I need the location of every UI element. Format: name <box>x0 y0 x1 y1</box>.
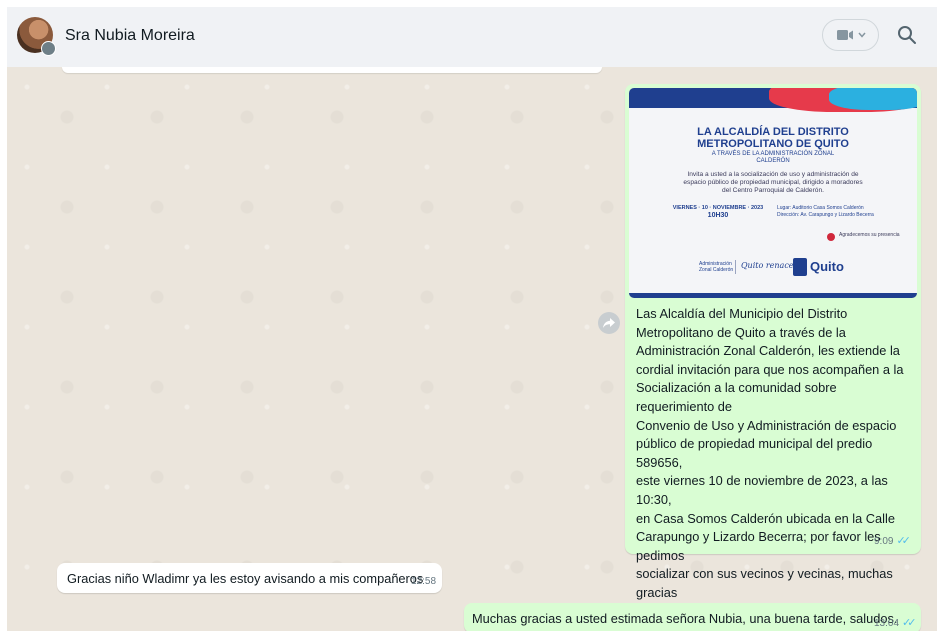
flyer-top-banner <box>629 88 917 112</box>
quito-logo: Quito <box>810 259 844 274</box>
chat-header: Sra Nubia Moreira <box>7 7 937 68</box>
administracion-zonal-logo: Administración Zonal Calderón <box>699 261 734 273</box>
video-call-button[interactable] <box>822 19 879 51</box>
double-check-read-icon: ✓✓ <box>902 617 917 629</box>
flyer-location: Lugar: Auditorio Casa Somos Calderón Dir… <box>777 205 874 218</box>
video-camera-icon <box>837 30 866 40</box>
quito-crest-icon <box>793 258 807 276</box>
flyer-body-line1: Invita a usted a la socialización de uso… <box>687 171 859 178</box>
flyer-subtitle-line1: A TRAVÉS DE LA ADMINISTRACIÓN ZONAL <box>711 151 835 157</box>
forward-button[interactable] <box>598 312 620 334</box>
flyer-logos: Administración Zonal Calderón Quito rena… <box>699 258 859 276</box>
quito-renace-logo: Quito renace <box>741 261 794 270</box>
message-meta: 9:09 ✓✓ <box>874 534 911 547</box>
search-button[interactable] <box>895 23 919 47</box>
forward-arrow-icon <box>603 318 615 328</box>
flyer-title-line2: METROPOLITANO DE QUITO <box>697 138 849 150</box>
message-list[interactable]: LA ALCALDÍA DEL DISTRITO METROPOLITANO D… <box>7 67 937 631</box>
event-flyer-image[interactable]: LA ALCALDÍA DEL DISTRITO METROPOLITANO D… <box>629 88 917 298</box>
status-badge-icon <box>41 41 56 56</box>
message-time: 9:09 <box>874 536 894 547</box>
flyer-body-line3: del Centro Parroquial de Calderón. <box>722 187 824 194</box>
message-time: 13:04 <box>874 618 900 629</box>
image-caption: Las Alcaldía del Municipio del Distrito … <box>636 306 909 631</box>
double-check-read-icon: ✓✓ <box>896 535 911 547</box>
message-meta: 13:04 ✓✓ <box>874 616 917 629</box>
incoming-text-message[interactable]: Gracias niño Wladimr ya les estoy avisan… <box>57 563 442 593</box>
message-text: Gracias niño Wladimr ya les estoy avisan… <box>67 571 424 586</box>
outgoing-image-message[interactable]: LA ALCALDÍA DEL DISTRITO METROPOLITANO D… <box>625 84 921 631</box>
outgoing-text-message[interactable]: Muchas gracias a usted estimada señora N… <box>464 603 921 631</box>
whatsapp-chat-window: Sra Nubia Moreira LA ALCALDÍA DEL DISTRI… <box>7 7 937 631</box>
previous-message-edge <box>62 67 602 73</box>
record-dot-icon <box>827 233 835 241</box>
flyer-subtitle-line2: CALDERÓN <box>756 158 790 164</box>
flyer-body-line2: espacio público de propiedad municipal, … <box>683 179 863 186</box>
message-text: Muchas gracias a usted estimada señora N… <box>472 611 898 626</box>
message-time: 12:58 <box>411 576 437 587</box>
flyer-title-line1: LA ALCALDÍA DEL DISTRITO <box>697 126 849 138</box>
search-icon <box>898 26 916 44</box>
contact-name[interactable]: Sra Nubia Moreira <box>65 27 195 45</box>
flyer-thanks: Agradecemos su presencia <box>827 232 909 241</box>
flyer-date: VIERNES · 10 · NOVIEMBRE · 2023 10H30 <box>672 205 764 219</box>
